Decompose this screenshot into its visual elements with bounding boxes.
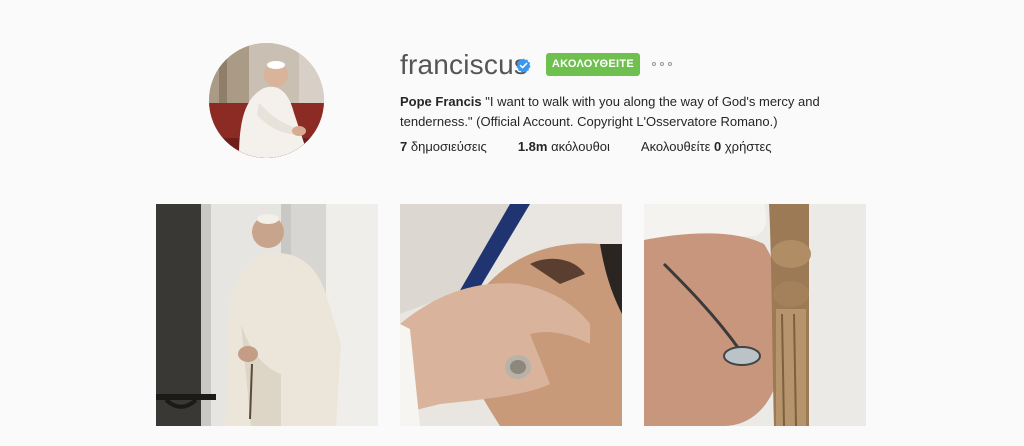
post-thumbnail[interactable] [644, 204, 866, 426]
followers-count[interactable]: 1.8m ακόλουθοι [518, 139, 610, 154]
profile-stats: 7 δημοσιεύσεις 1.8m ακόλουθοι Ακολουθείτ… [400, 139, 803, 154]
dot [668, 62, 672, 66]
following-count[interactable]: Ακολουθείτε 0 χρήστες [641, 139, 772, 154]
dot [652, 62, 656, 66]
profile-username: franciscus [400, 49, 529, 80]
post-thumbnail[interactable] [156, 204, 378, 426]
follow-button[interactable]: ΑΚΟΛΟΥΘΕΙΤΕ [546, 53, 640, 76]
pope-forehead-staff-icon [644, 204, 866, 426]
more-options-icon[interactable] [652, 58, 672, 70]
following-prefix: Ακολουθείτε [640, 139, 715, 154]
posts-count-label: δημοσιεύσεις [407, 139, 487, 154]
dot [660, 62, 664, 66]
profile-bio: Pope Francis "I want to walk with you al… [400, 92, 820, 132]
pope-praying-window-icon [156, 204, 378, 426]
verified-badge-icon [516, 58, 531, 73]
bio-full-name: Pope Francis [400, 94, 482, 109]
post-thumbnail[interactable] [400, 204, 622, 426]
following-count-label: χρήστες [721, 139, 772, 154]
profile-avatar[interactable] [209, 43, 324, 158]
hand-on-face-icon [400, 204, 622, 426]
followers-count-label: ακόλουθοι [547, 139, 610, 154]
followers-count-value: 1.8m [517, 139, 548, 154]
posts-count: 7 δημοσιεύσεις [400, 139, 487, 154]
